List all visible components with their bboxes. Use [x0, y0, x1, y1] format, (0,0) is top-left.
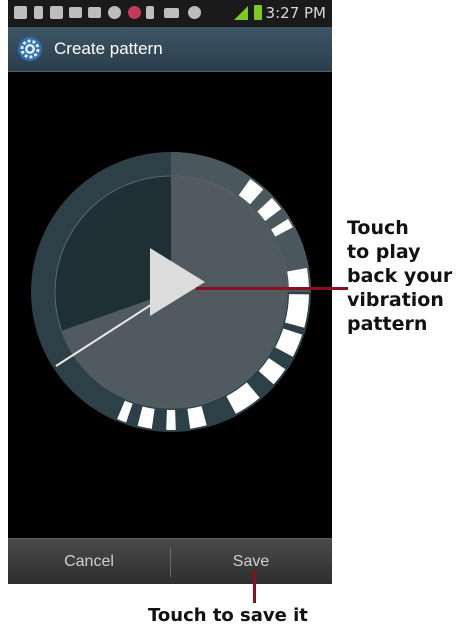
play-callout-line-3: back your — [347, 265, 453, 287]
action-bar: Create pattern — [8, 27, 332, 72]
phone-screen: 3:27 PM Create pattern Cancel Save — [8, 0, 332, 584]
facebook-icon — [50, 6, 63, 19]
play-callout-line-4: vibration — [347, 289, 444, 311]
status-time: 3:27 PM — [265, 4, 326, 22]
save-callout-line — [253, 570, 256, 603]
vibration-pattern-dial[interactable] — [8, 71, 332, 538]
vibration-segment — [287, 268, 309, 288]
play-callout-line — [196, 287, 348, 290]
mail-icon — [69, 7, 82, 18]
save-callout-text: Touch to save it — [148, 605, 308, 626]
page-title: Create pattern — [54, 39, 163, 58]
notification-icon — [14, 6, 27, 19]
play-callout-line-5: pattern — [347, 313, 428, 335]
save-button[interactable]: Save — [170, 539, 332, 584]
vibration-segment — [166, 409, 176, 430]
wifi-signal-icon — [188, 6, 201, 19]
bottom-button-bar: Cancel Save — [8, 538, 332, 584]
status-bar: 3:27 PM — [8, 0, 332, 27]
play-callout-line-1: Touch — [347, 217, 409, 239]
play-callout-text: Touch to play back your vibration patter… — [347, 216, 452, 336]
nfc-icon — [164, 8, 179, 18]
usb-icon — [34, 6, 43, 19]
play-callout-line-2: to play — [347, 241, 421, 263]
battery-icon — [254, 5, 262, 20]
bluetooth-icon — [146, 6, 154, 19]
gear-icon[interactable] — [17, 36, 43, 62]
gmail-icon — [88, 7, 101, 18]
app-notification-icon — [128, 6, 141, 19]
cancel-button[interactable]: Cancel — [8, 539, 170, 584]
wifi-icon — [108, 6, 121, 19]
cell-signal-icon — [234, 6, 248, 20]
